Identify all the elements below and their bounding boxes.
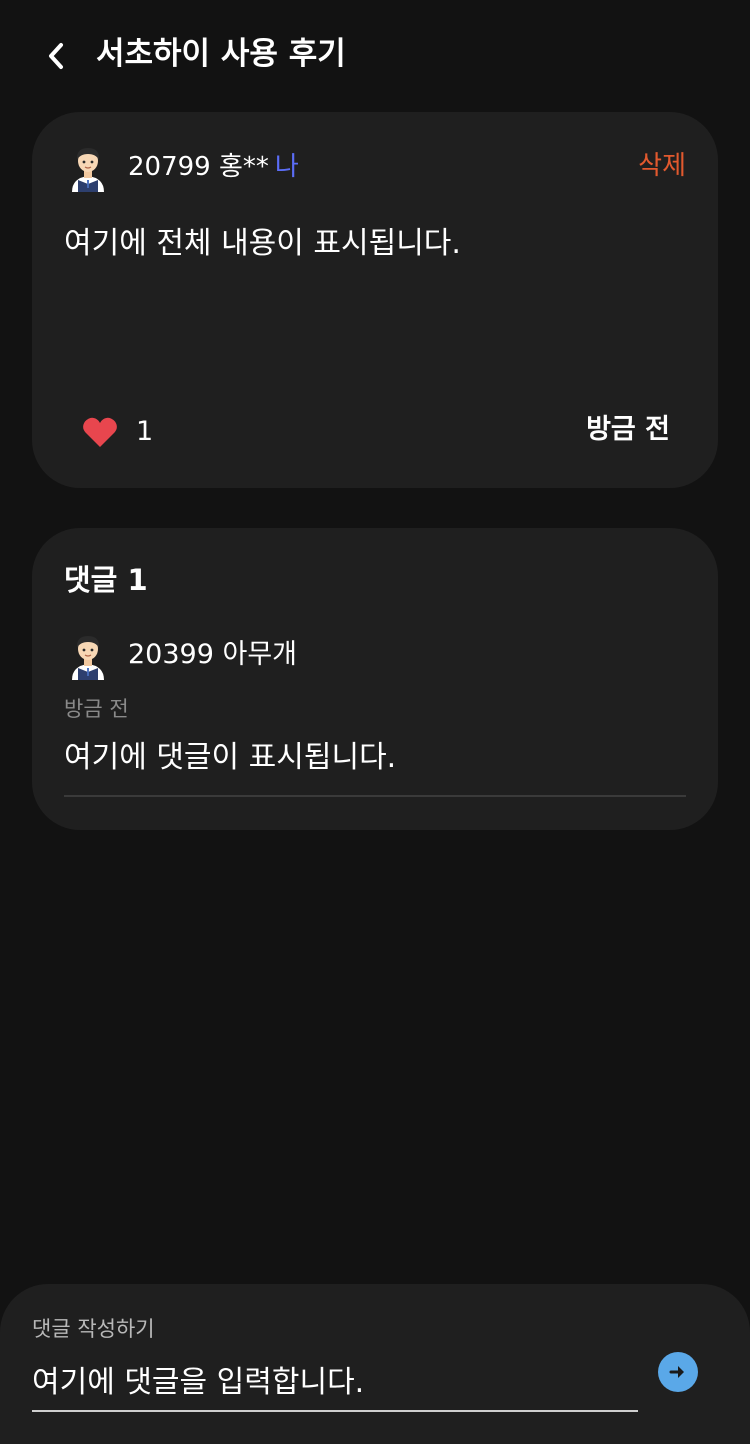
post-timestamp: 방금 전 xyxy=(586,414,670,445)
chevron-left-icon xyxy=(49,43,63,69)
comment-author: 20399 아무개 xyxy=(128,639,297,670)
arrow-right-icon xyxy=(669,1366,684,1378)
comment-timestamp: 방금 전 xyxy=(64,697,129,721)
post-author: 20799 홍** 나 xyxy=(128,150,299,184)
post-card: 20799 홍** 나 삭제 여기에 전체 내용이 표시됩니다. 1 방금 전 xyxy=(32,112,718,488)
student-avatar-icon xyxy=(72,636,104,680)
top-bar: 서초하이 사용 후기 xyxy=(0,0,750,110)
like-count: 1 xyxy=(136,416,154,447)
student-avatar-icon xyxy=(72,148,104,192)
author-name: 20799 홍** xyxy=(128,152,269,182)
comment-divider xyxy=(64,795,686,797)
comments-title: 댓글 1 xyxy=(64,563,148,597)
composer-label: 댓글 작성하기 xyxy=(32,1317,155,1341)
back-button[interactable] xyxy=(38,36,74,76)
post-body: 여기에 전체 내용이 표시됩니다. xyxy=(64,226,461,261)
review-detail-page: 서초하이 사용 후기 20799 홍** 나 삭제 여기에 전체 내용이 표시됩니… xyxy=(0,0,750,1444)
like-button[interactable] xyxy=(80,412,120,452)
comment-body: 여기에 댓글이 표시됩니다. xyxy=(64,740,397,775)
heart-icon xyxy=(83,417,117,447)
send-button[interactable] xyxy=(658,1352,698,1392)
me-tag: 나 xyxy=(274,152,299,182)
delete-button[interactable]: 삭제 xyxy=(638,148,686,184)
page-title: 서초하이 사용 후기 xyxy=(96,36,346,72)
comments-card: 댓글 1 20399 아무개 방금 전 여기에 댓글이 표시됩니다. xyxy=(32,528,718,830)
comment-composer: 댓글 작성하기 xyxy=(0,1284,750,1444)
comment-input[interactable] xyxy=(32,1354,638,1412)
